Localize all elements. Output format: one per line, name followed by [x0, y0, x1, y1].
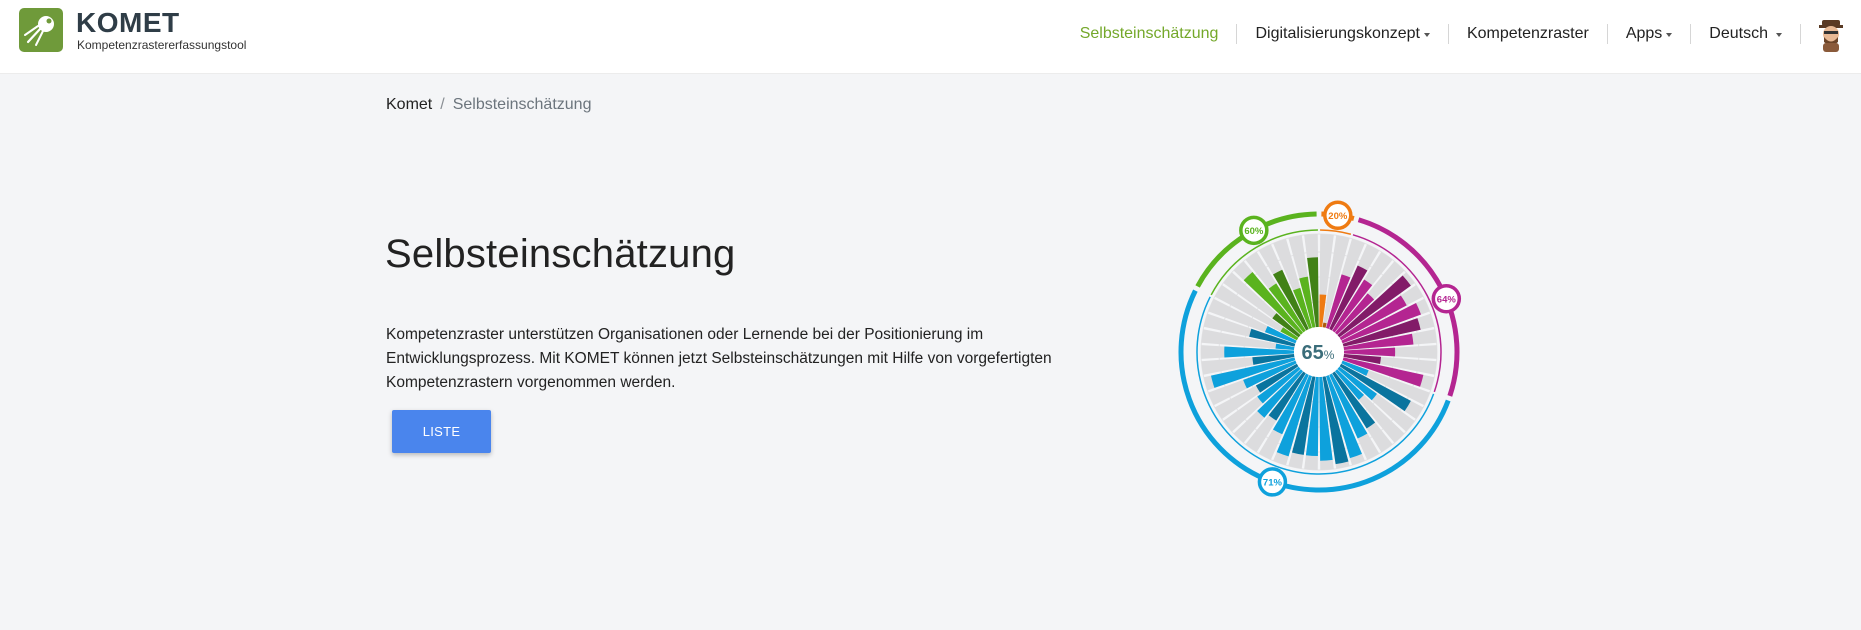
nav-item-label: Deutsch: [1709, 25, 1768, 42]
komet-logo-icon[interactable]: [19, 8, 63, 52]
breadcrumb: Komet / Selbsteinschätzung: [386, 96, 591, 114]
caret-down-icon: [1666, 33, 1673, 37]
nav-item-label: Selbsteinschätzung: [1079, 25, 1219, 42]
brand-name[interactable]: KOMET: [76, 8, 180, 38]
chart-group-label: 71%: [1263, 477, 1283, 488]
liste-button[interactable]: LISTE: [392, 410, 491, 453]
nav-item-label: Digitalisierungskonzept: [1255, 25, 1420, 42]
breadcrumb-separator: /: [440, 96, 445, 113]
chart-bar: [1322, 322, 1327, 328]
intro-text: Kompetenzraster unterstützen Organisatio…: [386, 326, 1052, 391]
nav-item-kompetenzraster[interactable]: Kompetenzraster: [1449, 24, 1608, 44]
user-avatar-icon[interactable]: [1813, 16, 1849, 52]
nav-item-selbsteinschaetzung[interactable]: Selbsteinschätzung: [1062, 24, 1238, 44]
brand-subtitle: Kompetenzrastererfassungstool: [77, 38, 247, 52]
breadcrumb-current: Selbsteinschätzung: [452, 96, 592, 113]
nav-item-language[interactable]: Deutsch: [1691, 24, 1801, 44]
nav-item-label: Kompetenzraster: [1466, 25, 1589, 42]
nav-item-digitalisierungskonzept[interactable]: Digitalisierungskonzept: [1237, 24, 1449, 44]
top-navbar: KOMET Kompetenzrastererfassungstool Selb…: [0, 0, 1861, 74]
page-title: Selbsteinschätzung: [385, 232, 736, 276]
main-nav: Selbsteinschätzung Digitalisierungskonze…: [1062, 0, 1861, 68]
chart-group-label: 20%: [1328, 211, 1348, 222]
chart-group-inner-ring: [1320, 229, 1352, 235]
nav-item-label: Apps: [1625, 25, 1663, 42]
chart-group-label: 64%: [1437, 294, 1457, 305]
nav-item-apps[interactable]: Apps: [1608, 24, 1692, 44]
chart-group-label: 60%: [1244, 226, 1264, 237]
caret-down-icon: [1423, 33, 1430, 37]
breadcrumb-home-link[interactable]: Komet: [386, 96, 432, 114]
competency-radial-chart: 20%64%71%60%65%: [1178, 200, 1462, 497]
caret-down-icon: [1776, 33, 1782, 37]
